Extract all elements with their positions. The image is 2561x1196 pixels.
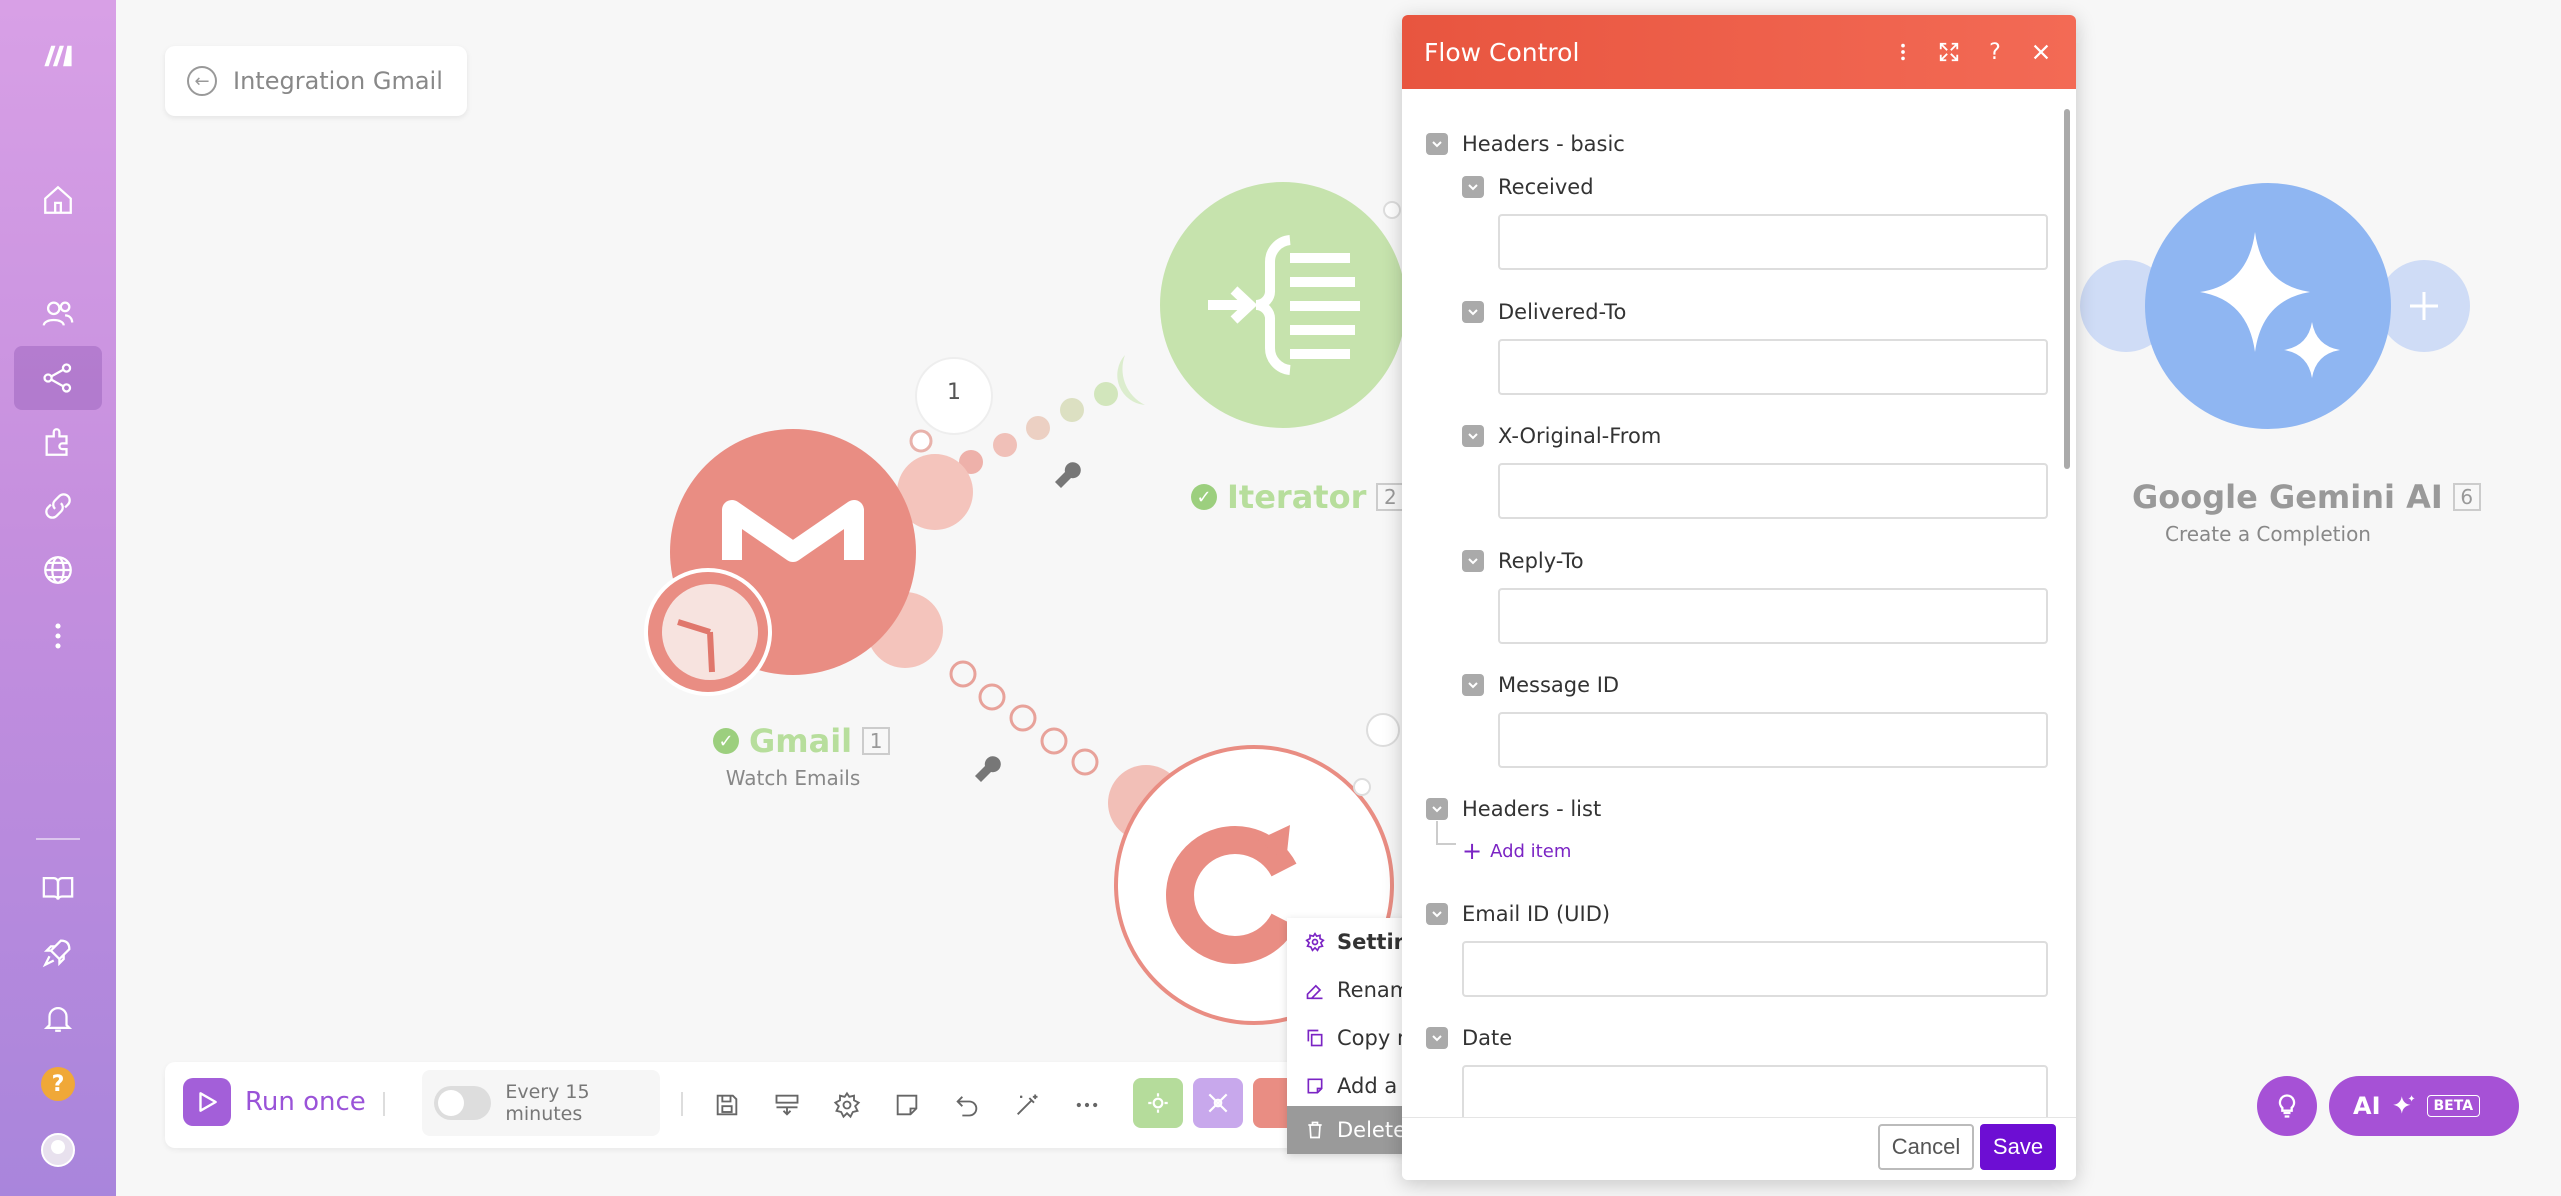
field-headers-list: Headers - list [1426, 797, 1601, 821]
gemini-module-subtitle: Create a Completion [2165, 522, 2371, 546]
beta-badge: BETA [2426, 1095, 2481, 1117]
dialog-footer: Cancel Save [1402, 1117, 2076, 1180]
field-checkbox[interactable] [1462, 425, 1484, 447]
field-checkbox[interactable] [1426, 133, 1448, 155]
gmail-module-name: Gmail [749, 722, 853, 760]
field-date: Date [1426, 1026, 1512, 1050]
help-question-icon[interactable]: ? [1972, 29, 2018, 75]
date-input[interactable] [1462, 1065, 2048, 1117]
field-checkbox[interactable] [1426, 903, 1448, 925]
tools-gear-icon[interactable] [1133, 1078, 1183, 1128]
field-checkbox[interactable] [1462, 674, 1484, 696]
magic-wand-icon[interactable] [1006, 1084, 1048, 1126]
field-label: Headers - basic [1462, 132, 1625, 156]
more-vertical-icon[interactable] [1880, 29, 1926, 75]
close-icon[interactable] [2018, 29, 2064, 75]
reply-to-input[interactable] [1498, 588, 2048, 644]
gmail-repeater-connection [949, 660, 1099, 776]
dialog-title: Flow Control [1424, 37, 1580, 67]
gmail-module-subtitle: Watch Emails [725, 766, 861, 790]
gemini-module-number: 6 [2452, 483, 2481, 511]
field-label: Email ID (UID) [1462, 902, 1611, 926]
cancel-button[interactable]: Cancel [1878, 1124, 1974, 1170]
field-label: Reply-To [1498, 549, 1584, 573]
field-checkbox[interactable] [1462, 550, 1484, 572]
lightbulb-icon [2278, 1094, 2296, 1118]
field-received: Received [1462, 175, 1594, 199]
save-icon[interactable] [706, 1084, 748, 1126]
flow-control-dialog: Flow Control ? Headers - basic Received … [1402, 15, 2076, 1180]
filter-count-label[interactable]: 1 [934, 380, 974, 405]
field-label: X-Original-From [1498, 424, 1662, 448]
gmail-module [644, 429, 973, 696]
gemini-module [2080, 183, 2470, 429]
check-icon: ✓ [1191, 484, 1217, 510]
field-label: Headers - list [1462, 797, 1602, 821]
notes-icon[interactable] [886, 1084, 928, 1126]
scheduling-toggle[interactable] [434, 1086, 492, 1120]
iterator-module-name: Iterator [1227, 478, 1367, 516]
field-label: Delivered-To [1498, 300, 1627, 324]
field-x-original-from: X-Original-From [1462, 424, 1661, 448]
auto-align-icon[interactable] [766, 1084, 808, 1126]
save-button[interactable]: Save [1980, 1124, 2056, 1170]
field-message-id: Message ID [1462, 673, 1619, 697]
field-checkbox[interactable] [1462, 176, 1484, 198]
field-label: Date [1462, 1026, 1513, 1050]
tree-connector [1436, 821, 1456, 845]
scenario-toolbar: Run once Every 15 minutes [165, 1062, 1415, 1148]
sparkle-icon [2392, 1095, 2415, 1114]
menu-item-delete[interactable]: Delete module [1287, 1106, 1407, 1154]
delivered-to-input[interactable] [1498, 339, 2048, 395]
dialog-scrollbar[interactable] [2064, 109, 2070, 469]
dialog-header: Flow Control ? [1402, 15, 2076, 89]
menu-item-settings[interactable]: Settings [1287, 918, 1407, 966]
gmail-module-label[interactable]: ✓ Gmail 1 [713, 722, 891, 760]
context-menu: Settings Rename Copy module Add a note D… [1287, 918, 1407, 1154]
schedule-control[interactable]: Every 15 minutes [422, 1070, 660, 1136]
menu-item-copy[interactable]: Copy module [1287, 1014, 1407, 1062]
iterator-module [1160, 182, 1406, 428]
run-once-button[interactable]: Run once [183, 1078, 366, 1126]
iterator-module-number: 2 [1376, 483, 1405, 511]
field-headers-basic: Headers - basic [1426, 132, 1625, 156]
menu-item-add-note[interactable]: Add a note [1287, 1062, 1407, 1110]
toolbar-separator [383, 1092, 385, 1116]
schedule-label[interactable]: Every 15 minutes [505, 1081, 660, 1125]
field-delivered-to: Delivered-To [1462, 300, 1626, 324]
field-label: Received [1498, 175, 1594, 199]
more-horizontal-icon[interactable] [1066, 1084, 1108, 1126]
gemini-module-label[interactable]: Google Gemini AI 6 [2132, 478, 2481, 516]
field-reply-to: Reply-To [1462, 549, 1584, 573]
play-icon [183, 1078, 231, 1126]
received-input[interactable] [1498, 214, 2048, 270]
check-icon: ✓ [713, 728, 739, 754]
scenario-canvas [644, 182, 2470, 1025]
toolbar-separator [681, 1092, 683, 1116]
gemini-module-name: Google Gemini AI [2132, 478, 2443, 516]
undo-icon[interactable] [946, 1084, 988, 1126]
field-label: Message ID [1498, 673, 1620, 697]
iterator-module-label[interactable]: ✓ Iterator 2 [1191, 478, 1405, 516]
plus-icon: + [1462, 837, 1483, 865]
lightbulb-button[interactable] [2257, 1076, 2317, 1136]
field-checkbox[interactable] [1426, 798, 1448, 820]
message-id-input[interactable] [1498, 712, 2048, 768]
ai-assistant-button[interactable]: AI BETA [2329, 1076, 2519, 1136]
x-original-from-input[interactable] [1498, 463, 2048, 519]
add-item-button[interactable]: + Add item [1462, 839, 1571, 863]
field-checkbox[interactable] [1426, 1027, 1448, 1049]
settings-gear-icon[interactable] [826, 1084, 868, 1126]
menu-item-rename[interactable]: Rename [1287, 966, 1407, 1014]
field-checkbox[interactable] [1462, 301, 1484, 323]
field-email-id: Email ID (UID) [1426, 902, 1610, 926]
gmail-module-number: 1 [862, 727, 891, 755]
dialog-body: Headers - basic Received Delivered-To X-… [1402, 89, 2076, 1117]
flow-control-icon[interactable] [1193, 1078, 1243, 1128]
expand-icon[interactable] [1926, 29, 1972, 75]
email-id-input[interactable] [1462, 941, 2048, 997]
